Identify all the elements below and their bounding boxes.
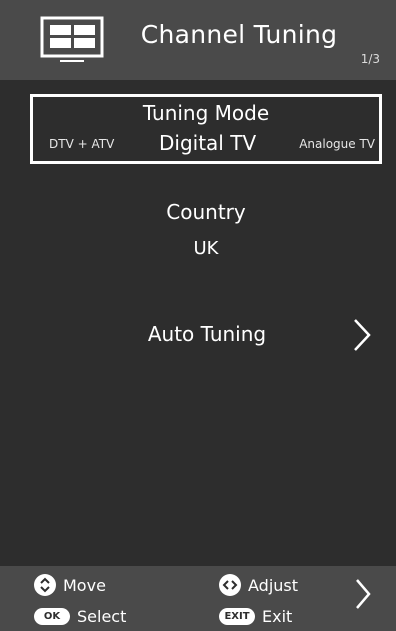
auto-tuning-label: Auto Tuning [147, 322, 267, 346]
header-bar: Channel Tuning 1/3 [0, 0, 396, 80]
next-page-chevron-icon[interactable] [354, 578, 372, 610]
country-value[interactable]: UK [0, 238, 396, 259]
hint-move-label: Move [63, 575, 106, 595]
auto-tuning-item[interactable]: Auto Tuning [0, 318, 396, 354]
tuning-mode-label: Tuning Mode [142, 101, 270, 125]
chevron-right-icon[interactable] [352, 318, 372, 352]
tuning-mode-option-analogue-tv[interactable]: Analogue TV [299, 137, 375, 151]
exit-button-icon: EXIT [219, 608, 255, 625]
ok-button-icon: OK [34, 608, 70, 625]
page-indicator: 1/3 [360, 52, 380, 66]
hint-exit: EXIT Exit [219, 607, 292, 626]
tv-icon [40, 16, 104, 62]
page-title: Channel Tuning [140, 20, 338, 49]
country-label[interactable]: Country [0, 200, 396, 224]
up-down-icon [34, 574, 56, 596]
hint-exit-label: Exit [262, 607, 293, 626]
hint-adjust-label: Adjust [248, 575, 299, 595]
tuning-mode-selector[interactable]: Tuning Mode DTV + ATV Digital TV Analogu… [30, 94, 382, 164]
hint-move: Move [34, 574, 106, 596]
hint-select-label: Select [77, 607, 127, 626]
channel-tuning-screen: Channel Tuning 1/3 Tuning Mode DTV + ATV… [0, 0, 396, 631]
tuning-mode-option-digital-tv[interactable]: Digital TV [159, 131, 256, 155]
left-right-icon [219, 574, 241, 596]
hint-select: OK Select [34, 607, 126, 626]
hint-adjust: Adjust [219, 574, 298, 596]
tuning-mode-option-dtv-atv[interactable]: DTV + ATV [49, 137, 114, 151]
footer-hints-bar: Move OK Select Adjust EXIT Exit [0, 566, 396, 631]
